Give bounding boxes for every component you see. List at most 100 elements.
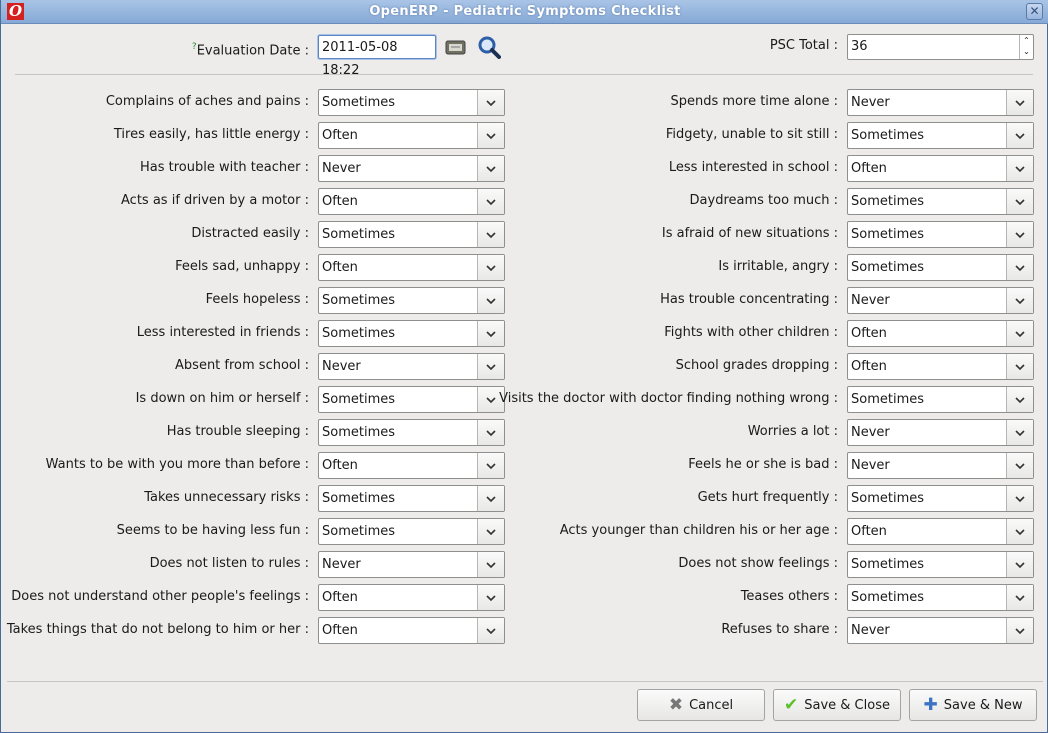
chevron-down-icon[interactable] xyxy=(477,189,504,214)
symptom-label: Feels hopeless : xyxy=(206,287,309,313)
symptom-frequency-select[interactable]: Often xyxy=(318,452,505,479)
evaluation-date-label: ?Evaluation Date : xyxy=(192,34,309,60)
chevron-down-icon[interactable] xyxy=(1006,387,1033,412)
chevron-down-icon[interactable] xyxy=(1006,123,1033,148)
symptom-frequency-select[interactable]: Sometimes xyxy=(318,320,505,347)
chevron-down-icon[interactable] xyxy=(1006,519,1033,544)
dialog-window: O OpenERP - Pediatric Symptoms Checklist… xyxy=(0,0,1048,733)
chevron-down-icon[interactable] xyxy=(1006,420,1033,445)
symptom-frequency-select[interactable]: Sometimes xyxy=(847,254,1034,281)
selected-value: Sometimes xyxy=(322,519,395,544)
search-icon[interactable] xyxy=(477,35,501,59)
save-new-button[interactable]: ✚Save & New xyxy=(909,689,1037,721)
save-close-label: Save & Close xyxy=(804,698,890,713)
chevron-down-icon[interactable] xyxy=(477,552,504,577)
selected-value: Sometimes xyxy=(851,552,924,577)
chevron-down-icon[interactable] xyxy=(477,453,504,478)
symptom-frequency-select[interactable]: Never xyxy=(847,419,1034,446)
selected-value: Never xyxy=(322,354,361,379)
chevron-down-icon[interactable] xyxy=(1006,255,1033,280)
chevron-down-icon[interactable] xyxy=(1006,453,1033,478)
chevron-down-icon[interactable] xyxy=(1006,321,1033,346)
symptom-frequency-select[interactable]: Sometimes xyxy=(318,419,505,446)
symptom-frequency-select[interactable]: Sometimes xyxy=(847,221,1034,248)
chevron-down-icon[interactable] xyxy=(1006,90,1033,115)
chevron-down-icon[interactable] xyxy=(477,519,504,544)
symptom-frequency-select[interactable]: Never xyxy=(318,353,505,380)
chevron-down-icon[interactable] xyxy=(1006,486,1033,511)
symptom-frequency-select[interactable]: Sometimes xyxy=(847,551,1034,578)
chevron-down-icon[interactable] xyxy=(1006,354,1033,379)
symptom-frequency-select[interactable]: Sometimes xyxy=(847,584,1034,611)
symptom-label: Complains of aches and pains : xyxy=(106,89,309,115)
symptom-frequency-select[interactable]: Often xyxy=(318,584,505,611)
cancel-x-icon: ✖ xyxy=(669,690,683,720)
selected-value: Sometimes xyxy=(322,321,395,346)
symptom-frequency-select[interactable]: Often xyxy=(318,254,505,281)
chevron-down-icon[interactable] xyxy=(477,156,504,181)
chevron-down-icon[interactable] xyxy=(477,585,504,610)
symptom-frequency-select[interactable]: Sometimes xyxy=(318,386,505,413)
cancel-button[interactable]: ✖Cancel xyxy=(637,689,765,721)
symptom-label: Is afraid of new situations : xyxy=(662,221,838,247)
symptom-frequency-select[interactable]: Sometimes xyxy=(847,188,1034,215)
symptom-frequency-select[interactable]: Often xyxy=(318,122,505,149)
chevron-down-icon[interactable] xyxy=(1006,288,1033,313)
calendar-icon[interactable] xyxy=(445,38,466,56)
symptom-frequency-select[interactable]: Never xyxy=(318,155,505,182)
symptom-frequency-select[interactable]: Sometimes xyxy=(318,518,505,545)
chevron-down-icon[interactable] xyxy=(477,255,504,280)
chevron-down-icon[interactable] xyxy=(477,486,504,511)
symptom-frequency-select[interactable]: Sometimes xyxy=(847,122,1034,149)
chevron-down-icon[interactable] xyxy=(1006,189,1033,214)
chevron-down-icon[interactable] xyxy=(477,288,504,313)
chevron-down-icon[interactable] xyxy=(477,354,504,379)
symptom-frequency-select[interactable]: Never xyxy=(847,287,1034,314)
symptom-frequency-select[interactable]: Sometimes xyxy=(318,221,505,248)
chevron-down-icon[interactable] xyxy=(1006,222,1033,247)
selected-value: Sometimes xyxy=(322,420,395,445)
save-close-button[interactable]: ✔Save & Close xyxy=(773,689,901,721)
symptom-label: Is down on him or herself : xyxy=(136,386,309,412)
chevron-down-icon[interactable] xyxy=(477,321,504,346)
symptom-frequency-select[interactable]: Sometimes xyxy=(847,386,1034,413)
close-button[interactable]: ✕ xyxy=(1026,3,1043,20)
symptom-frequency-select[interactable]: Never xyxy=(847,452,1034,479)
chevron-down-icon[interactable] xyxy=(1006,618,1033,643)
selected-value: Never xyxy=(851,618,890,643)
symptom-frequency-select[interactable]: Often xyxy=(847,353,1034,380)
symptom-frequency-select[interactable]: Never xyxy=(847,89,1034,116)
symptom-label: Has trouble sleeping : xyxy=(167,419,309,445)
chevron-down-icon[interactable] xyxy=(477,420,504,445)
symptom-frequency-select[interactable]: Sometimes xyxy=(318,485,505,512)
symptom-frequency-select[interactable]: Often xyxy=(318,188,505,215)
symptom-frequency-select[interactable]: Never xyxy=(847,617,1034,644)
chevron-down-icon[interactable] xyxy=(1006,156,1033,181)
symptom-frequency-select[interactable]: Often xyxy=(847,320,1034,347)
symptom-label: Is irritable, angry : xyxy=(718,254,838,280)
chevron-down-icon[interactable] xyxy=(1006,585,1033,610)
selected-value: Sometimes xyxy=(322,486,395,511)
symptom-label: Has trouble with teacher : xyxy=(140,155,309,181)
symptom-frequency-select[interactable]: Sometimes xyxy=(318,287,505,314)
symptom-frequency-select[interactable]: Often xyxy=(318,617,505,644)
selected-value: Never xyxy=(851,453,890,478)
selected-value: Often xyxy=(322,123,358,148)
selected-value: Never xyxy=(322,156,361,181)
symptom-label: Worries a lot : xyxy=(748,419,838,445)
chevron-down-icon[interactable] xyxy=(477,123,504,148)
chevron-down-icon[interactable] xyxy=(477,618,504,643)
selected-value: Sometimes xyxy=(851,189,924,214)
symptom-frequency-select[interactable]: Sometimes xyxy=(847,485,1034,512)
symptom-frequency-select[interactable]: Sometimes xyxy=(318,89,505,116)
spinner-arrows[interactable]: ⌃⌄ xyxy=(1019,35,1033,59)
chevron-down-icon[interactable] xyxy=(477,222,504,247)
symptom-frequency-select[interactable]: Often xyxy=(847,155,1034,182)
footer-divider xyxy=(7,681,1043,682)
symptom-frequency-select[interactable]: Often xyxy=(847,518,1034,545)
symptom-frequency-select[interactable]: Never xyxy=(318,551,505,578)
psc-total-input[interactable]: 36 ⌃⌄ xyxy=(847,34,1034,60)
chevron-down-icon[interactable] xyxy=(1006,552,1033,577)
evaluation-date-input[interactable]: 2011-05-08 18:22 xyxy=(318,35,436,59)
chevron-down-icon[interactable] xyxy=(477,90,504,115)
